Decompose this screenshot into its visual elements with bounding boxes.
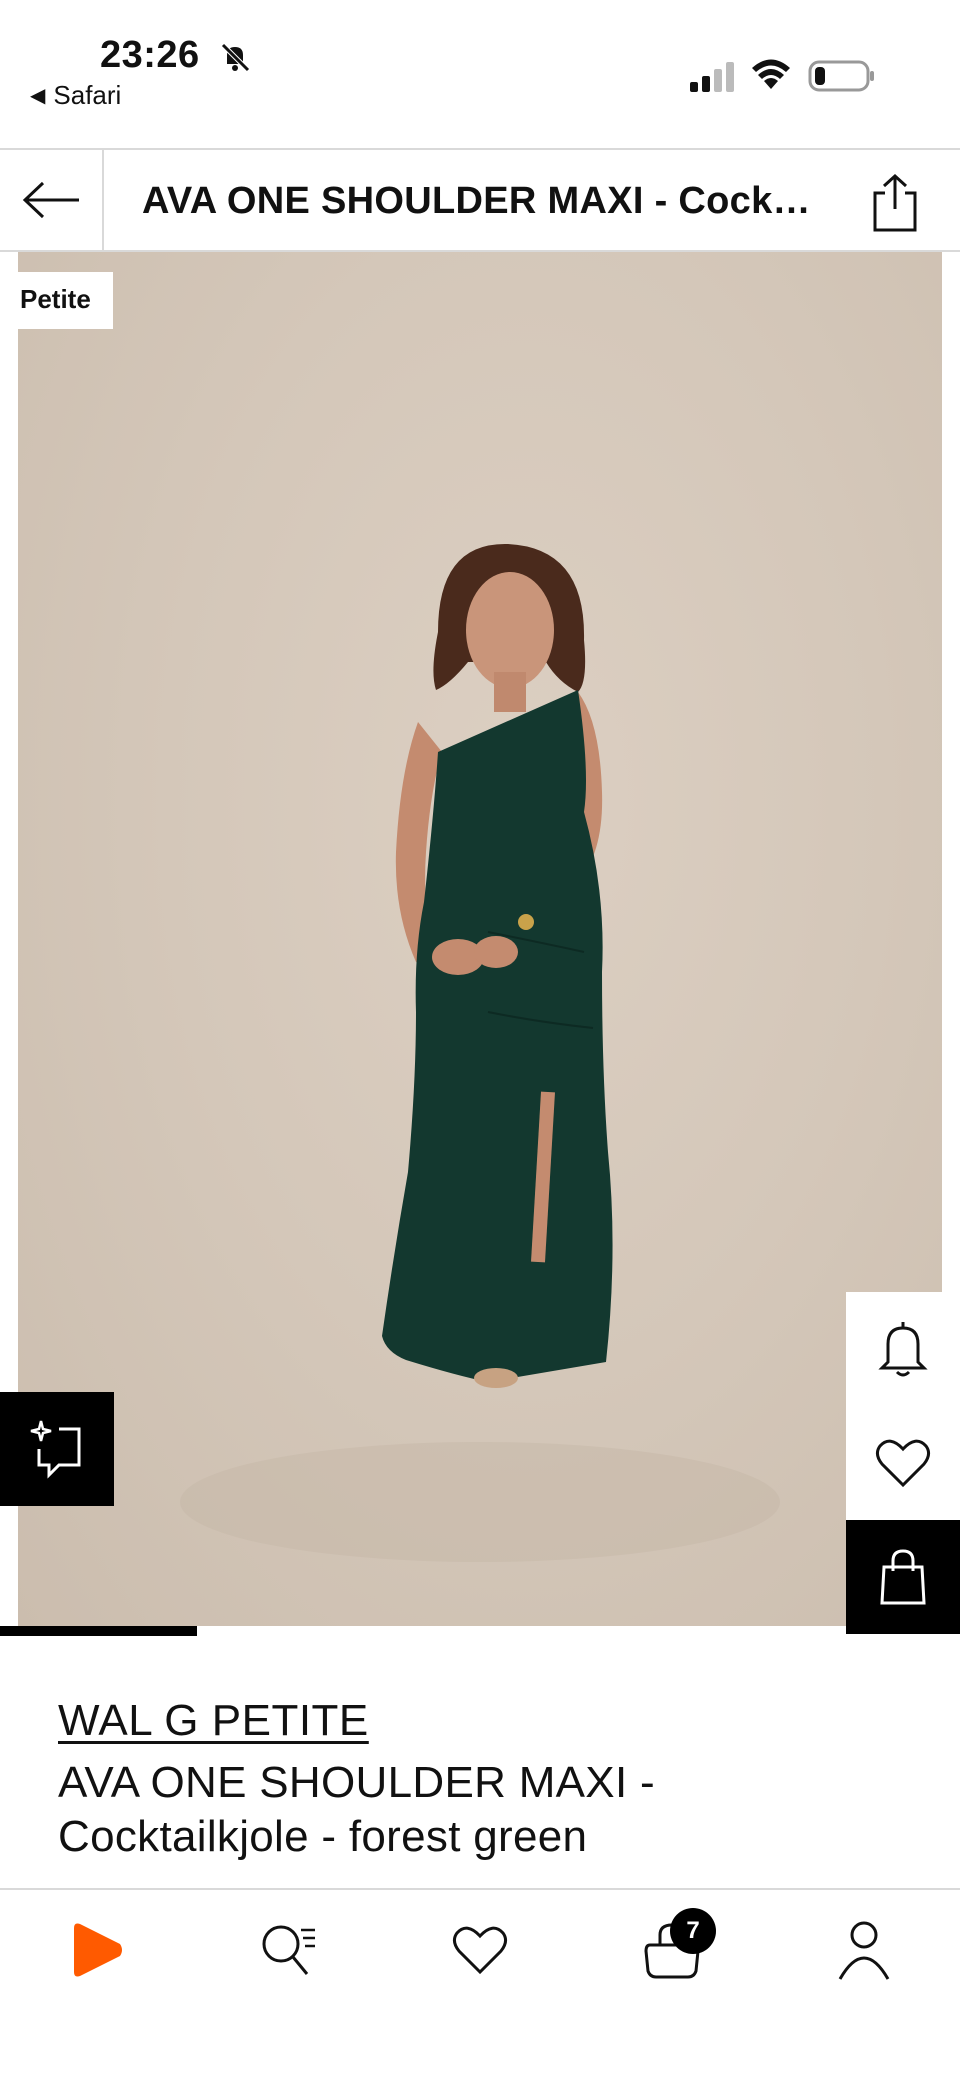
model-illustration [180, 543, 780, 1562]
search-icon [262, 1925, 315, 1975]
back-to-app-link[interactable]: ◀ Safari [30, 80, 121, 111]
bottom-tab-bar: 7 [0, 1888, 960, 2012]
petite-badge-label: Petite [20, 284, 91, 314]
nav-header: AVA ONE SHOULDER MAXI - Cocktailkjole - … [0, 148, 960, 252]
wifi-icon [752, 59, 790, 89]
share-button[interactable] [860, 168, 930, 238]
back-triangle-icon: ◀ [30, 85, 46, 107]
bell-icon [878, 1322, 928, 1377]
back-app-label: Safari [53, 80, 122, 110]
add-to-bag-button[interactable] [846, 1520, 960, 1634]
share-icon [873, 173, 917, 232]
cart-count-badge: 7 [670, 1908, 716, 1954]
tab-search[interactable] [248, 1910, 328, 1990]
tab-wishlist[interactable] [440, 1910, 520, 1990]
back-button[interactable] [0, 150, 104, 250]
notify-button[interactable] [846, 1292, 960, 1406]
wishlist-icon [452, 1926, 508, 1975]
product-name: AVA ONE SHOULDER MAXI - Cocktailkjole - … [58, 1758, 655, 1861]
status-bar: 23:26 ◀ Safari [0, 0, 960, 148]
tab-home[interactable] [56, 1910, 136, 1990]
sparkle-comment-icon [30, 1420, 81, 1479]
tab-account[interactable] [824, 1910, 904, 1990]
shopping-bag-icon [880, 1549, 926, 1605]
gallery-progress-fill [0, 1626, 197, 1636]
heart-icon [875, 1439, 931, 1488]
battery-low-icon [808, 60, 874, 92]
home-icon [74, 1923, 122, 1977]
brand-link[interactable]: WAL G PETITE [58, 1696, 369, 1746]
tab-cart[interactable]: 7 [632, 1908, 716, 1990]
ai-assistant-button[interactable] [0, 1392, 114, 1506]
status-time: 23:26 [100, 34, 200, 76]
home-indicator-area [0, 2012, 960, 2087]
back-arrow-icon [22, 181, 79, 219]
product-image[interactable] [18, 252, 942, 1626]
bell-muted-icon [221, 43, 250, 72]
side-actions [846, 1292, 960, 1634]
wishlist-button[interactable] [846, 1406, 960, 1520]
petite-badge: Petite [18, 272, 113, 329]
page-title: AVA ONE SHOULDER MAXI - Cocktailkjole - … [142, 180, 822, 222]
cellular-signal-icon [690, 62, 734, 92]
account-icon [838, 1921, 890, 1980]
